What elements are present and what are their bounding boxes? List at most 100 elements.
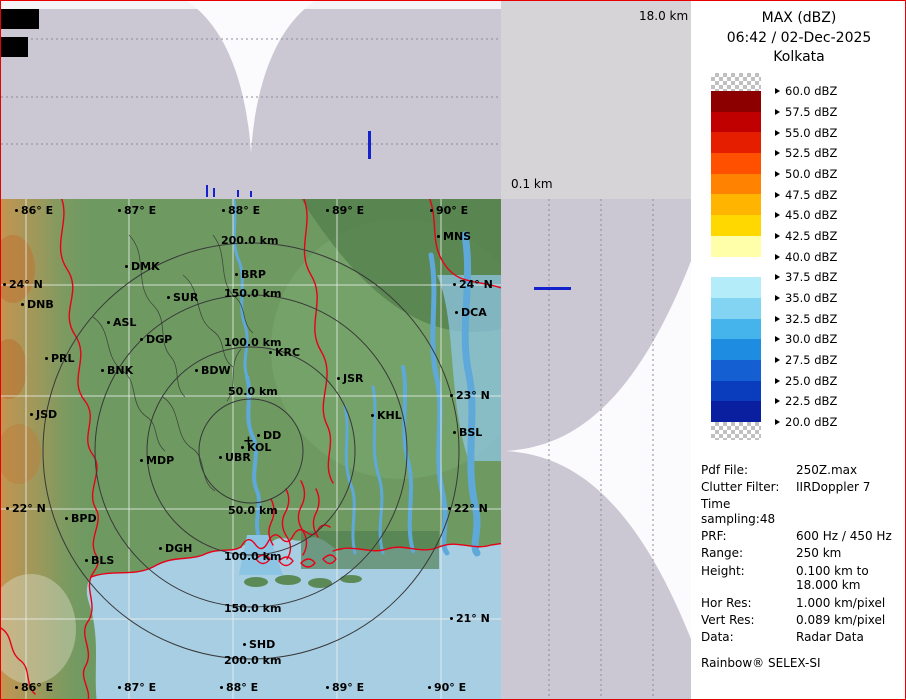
info-row: Hor Res:1.000 km/pixel <box>691 594 906 611</box>
legend-scale-row: 47.5 dBZ <box>775 184 837 205</box>
legend-scale-label: 55.0 dBZ <box>785 126 837 140</box>
legend-scale-row: 52.5 dBZ <box>775 143 837 164</box>
vertical-projection-right-panel[interactable] <box>501 199 691 700</box>
legend-scale-label: 57.5 dBZ <box>785 105 837 119</box>
legend-scale-label: 35.0 dBZ <box>785 291 837 305</box>
legend-tick-arrow-icon <box>775 150 780 156</box>
legend-color-swatch <box>711 298 761 319</box>
legend-scale-row: 50.0 dBZ <box>775 164 837 185</box>
legend-title-block: MAX (dBZ) 06:42 / 02-Dec-2025 Kolkata <box>691 1 906 68</box>
legend-scale-label: 45.0 dBZ <box>785 208 837 222</box>
legend-color-swatch <box>711 194 761 215</box>
legend-tick-arrow-icon <box>775 357 780 363</box>
scan-info-rows: Pdf File:250Z.max Clutter Filter:IIRDopp… <box>691 461 906 646</box>
legend-scale-row: 27.5 dBZ <box>775 350 837 371</box>
legend-scale-label: 30.0 dBZ <box>785 332 837 346</box>
radar-application-window: 86° E87° E88° E89° E90° E86° E87° E88° E… <box>0 0 906 700</box>
legend-scale-label: 20.0 dBZ <box>785 415 837 429</box>
map-base-art <box>1 199 501 700</box>
legend-tick-arrow-icon <box>775 88 780 94</box>
legend-tick-arrow-icon <box>775 274 780 280</box>
legend-scale-label: 37.5 dBZ <box>785 270 837 284</box>
legend-scale-row: 22.5 dBZ <box>775 391 837 412</box>
legend-scale-label: 50.0 dBZ <box>785 167 837 181</box>
info-value: 0.089 km/pixel <box>796 613 885 627</box>
info-row: Vert Res:0.089 km/pixel <box>691 612 906 629</box>
legend-tick-arrow-icon <box>775 192 780 198</box>
legend-color-swatch <box>711 422 761 440</box>
info-value: 250Z.max <box>796 463 857 477</box>
legend-tick-arrow-icon <box>775 336 780 342</box>
legend-scale-label: 25.0 dBZ <box>785 374 837 388</box>
info-value: 1.000 km/pixel <box>796 596 885 610</box>
legend-tick-arrow-icon <box>775 212 780 218</box>
legend-scale-label: 32.5 dBZ <box>785 312 837 326</box>
height-axis-min-label: 0.1 km <box>511 177 553 191</box>
info-label: Clutter Filter: <box>701 480 796 494</box>
color-scale-labels: 60.0 dBZ 57.5 dBZ 55.0 dBZ 52.5 dBZ 50.0… <box>775 81 837 432</box>
legend-tick-arrow-icon <box>775 233 780 239</box>
info-value: IIRDoppler 7 <box>796 480 870 494</box>
legend-color-swatch <box>711 132 761 153</box>
legend-color-swatch <box>711 360 761 381</box>
legend-color-swatch <box>711 319 761 340</box>
legend-color-swatch <box>711 277 761 298</box>
legend-tick-arrow-icon <box>775 254 780 260</box>
info-label: Pdf File: <box>701 463 796 477</box>
color-scale <box>711 73 761 440</box>
legend-scale-label: 47.5 dBZ <box>785 188 837 202</box>
info-label: Height: <box>701 564 796 578</box>
info-value: 0.100 km to 18.000 km <box>796 564 869 593</box>
legend-color-swatch <box>711 112 761 133</box>
info-row: Height:0.100 km to 18.000 km <box>691 562 906 594</box>
legend-tick-arrow-icon <box>775 109 780 115</box>
legend-scale-row: 55.0 dBZ <box>775 122 837 143</box>
legend-color-swatch <box>711 91 761 112</box>
info-label: Hor Res: <box>701 596 796 610</box>
minimized-window-chip[interactable] <box>1 37 28 57</box>
minimized-window-chip[interactable] <box>1 9 39 29</box>
info-row: PRF:600 Hz / 450 Hz <box>691 528 906 545</box>
info-label: Vert Res: <box>701 613 796 627</box>
legend-scale-row: 37.5 dBZ <box>775 267 837 288</box>
vertical-projection-top-panel[interactable] <box>1 1 501 199</box>
legend-tick-arrow-icon <box>775 130 780 136</box>
info-row: Range:250 km <box>691 545 906 562</box>
scan-info-block: Pdf File:250Z.max Clutter Filter:IIRDopp… <box>691 461 906 670</box>
legend-scale-label: 52.5 dBZ <box>785 146 837 160</box>
top-projection-art <box>1 1 501 199</box>
legend-scale-label: 27.5 dBZ <box>785 353 837 367</box>
legend-scale-row: 20.0 dBZ <box>775 412 837 433</box>
height-axis-zone: 18.0 km 0.1 km <box>501 1 691 199</box>
legend-scale-label: 42.5 dBZ <box>785 229 837 243</box>
legend-scale-row: 25.0 dBZ <box>775 370 837 391</box>
info-row: Pdf File:250Z.max <box>691 461 906 478</box>
info-label: PRF: <box>701 529 796 543</box>
info-row: Data:Radar Data <box>691 629 906 646</box>
info-label: Time sampling:48 <box>701 497 796 526</box>
info-label: Data: <box>701 630 796 644</box>
info-row: Time sampling:48 <box>691 496 906 528</box>
legend-scale-label: 40.0 dBZ <box>785 250 837 264</box>
legend-color-swatch <box>711 257 761 278</box>
legend-scale-label: 22.5 dBZ <box>785 394 837 408</box>
legend-panel: MAX (dBZ) 06:42 / 02-Dec-2025 Kolkata 60… <box>691 1 906 700</box>
legend-scale-row: 30.0 dBZ <box>775 329 837 350</box>
legend-color-swatch <box>711 339 761 360</box>
info-value: 600 Hz / 450 Hz <box>796 529 892 543</box>
right-projection-art <box>501 199 691 700</box>
legend-scale-row: 32.5 dBZ <box>775 308 837 329</box>
legend-color-swatch <box>711 236 761 257</box>
legend-color-swatch <box>711 381 761 402</box>
legend-scale-row: 42.5 dBZ <box>775 226 837 247</box>
legend-tick-arrow-icon <box>775 171 780 177</box>
legend-tick-arrow-icon <box>775 316 780 322</box>
legend-color-swatch <box>711 153 761 174</box>
info-row: Clutter Filter:IIRDoppler 7 <box>691 478 906 495</box>
product-title: MAX (dBZ) <box>691 9 906 29</box>
info-value: 250 km <box>796 546 841 560</box>
legend-color-swatch <box>711 73 761 91</box>
radar-center-marker: + <box>243 434 254 449</box>
radar-map-panel[interactable]: 86° E87° E88° E89° E90° E86° E87° E88° E… <box>1 199 501 700</box>
software-branding: Rainbow® SELEX-SI <box>691 656 906 670</box>
